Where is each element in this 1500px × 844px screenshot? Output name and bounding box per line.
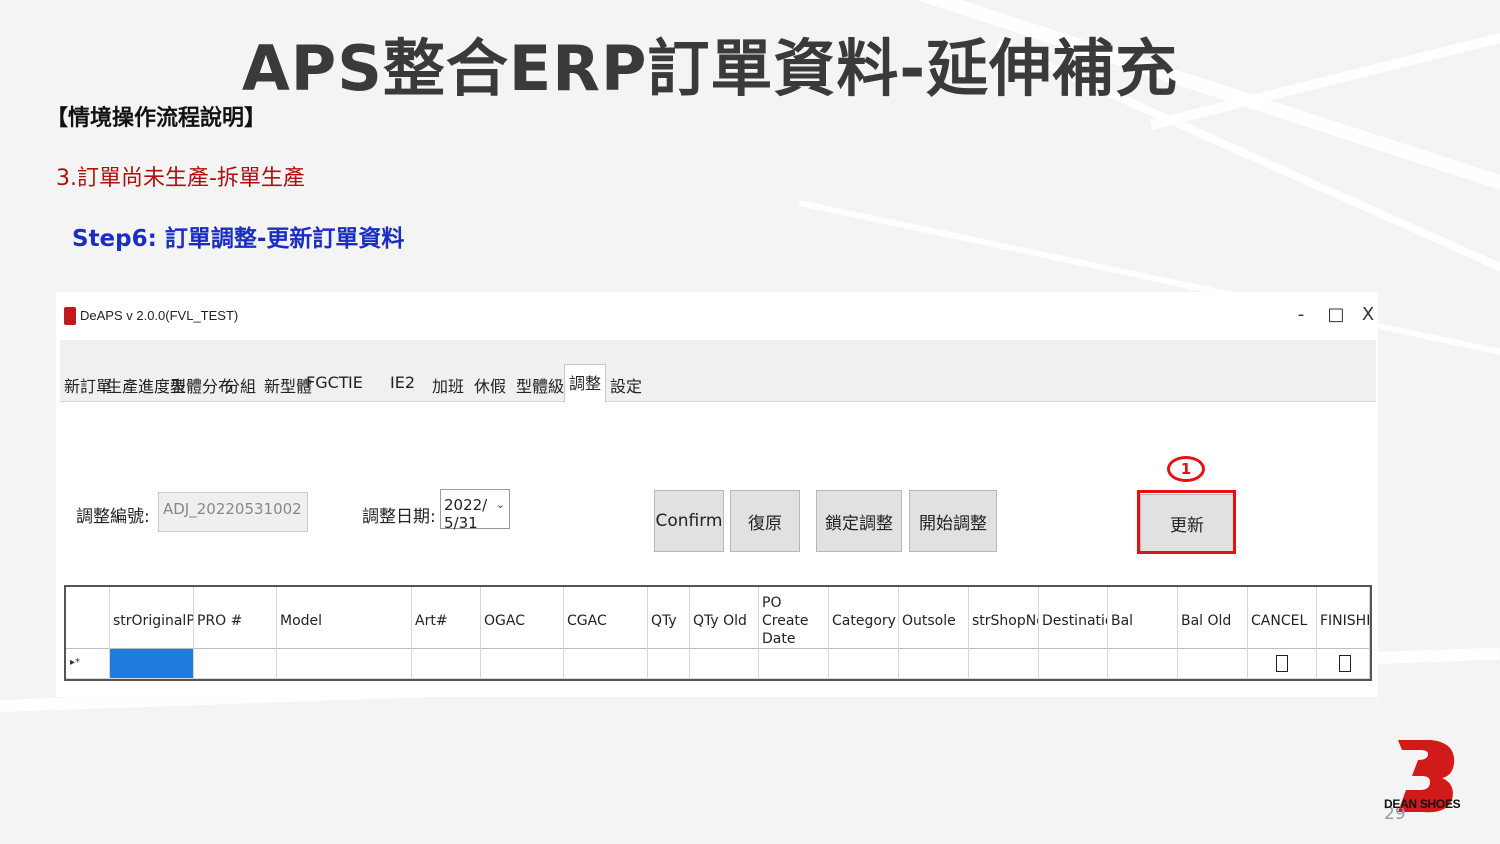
tab-leave[interactable]: 休假: [474, 368, 506, 400]
maximize-button[interactable]: □: [1324, 304, 1348, 325]
order-grid: strOriginalProNo PRO # Model Art# OGAC C…: [64, 585, 1372, 681]
window-title: DeAPS v 2.0.0(FVL_TEST): [80, 308, 239, 323]
start-adjust-button[interactable]: 開始調整: [909, 490, 997, 552]
table-row[interactable]: ▸*: [66, 649, 1370, 679]
grid-cell[interactable]: [899, 649, 969, 679]
col-header[interactable]: PO Create Date: [759, 587, 829, 649]
adj-no-field[interactable]: ADJ_20220531002: [158, 492, 308, 532]
grid-cell[interactable]: [481, 649, 564, 679]
col-header[interactable]: OGAC: [481, 587, 564, 649]
col-header[interactable]: CANCEL: [1248, 587, 1317, 649]
tab-new-order[interactable]: 新訂單: [64, 368, 112, 400]
step-label: Step6: 訂單調整-更新訂單資料: [72, 226, 405, 252]
grid-cell[interactable]: [1039, 649, 1108, 679]
col-header[interactable]: Outsole: [899, 587, 969, 649]
tab-settings[interactable]: 設定: [610, 368, 642, 400]
grid-cell[interactable]: [829, 649, 899, 679]
step-marker: 1: [1167, 456, 1205, 482]
grid-cell[interactable]: [412, 649, 481, 679]
grid-header: strOriginalProNo PRO # Model Art# OGAC C…: [66, 587, 1370, 649]
adj-date-picker[interactable]: 2022/ 5/31 ⌄: [440, 489, 510, 532]
tab-ie2[interactable]: IE2: [390, 368, 415, 400]
grid-cell[interactable]: [690, 649, 759, 679]
slide-title: APS整合ERP訂單資料-延伸補充: [241, 32, 1179, 105]
grid-cell[interactable]: [969, 649, 1039, 679]
col-header[interactable]: PRO #: [194, 587, 277, 649]
tab-overtime[interactable]: 加班: [432, 368, 464, 400]
window-titlebar: DeAPS v 2.0.0(FVL_TEST) - □ X: [56, 292, 1378, 340]
row-pointer-icon: ▸*: [70, 657, 81, 668]
update-highlight-box: [1137, 490, 1236, 554]
restore-button[interactable]: 復原: [730, 490, 800, 552]
scenario-label: 3.訂單尚未生產-拆單生產: [56, 166, 305, 191]
subheading: 【情境操作流程說明】: [46, 106, 267, 131]
col-header[interactable]: FINISHED: [1317, 587, 1370, 649]
brand-name: DEAN SHOES: [1384, 797, 1461, 811]
grid-corner: [66, 587, 110, 649]
col-header[interactable]: Bal: [1108, 587, 1178, 649]
adj-date-value: 2022/ 5/31: [444, 496, 488, 532]
grid-cell[interactable]: [564, 649, 648, 679]
tab-bar: 新訂單 生產進度表 型體分布 分組 新型體 FGCT IE IE2 加班 休假 …: [60, 340, 1376, 402]
tab-fgct[interactable]: FGCT: [306, 368, 349, 400]
col-header[interactable]: Bal Old: [1178, 587, 1248, 649]
col-header[interactable]: Model: [277, 587, 412, 649]
cancel-cell: [1248, 649, 1317, 679]
col-header[interactable]: strOriginalProNo: [110, 587, 194, 649]
adj-no-label: 調整編號:: [76, 507, 150, 527]
chevron-down-icon: ⌄: [495, 498, 505, 511]
col-header[interactable]: Destination: [1039, 587, 1108, 649]
row-header[interactable]: ▸*: [66, 649, 110, 679]
col-header[interactable]: Art#: [412, 587, 481, 649]
tab-new-model[interactable]: 新型體: [264, 368, 312, 400]
minimize-button[interactable]: -: [1289, 304, 1313, 325]
grid-cell[interactable]: [194, 649, 277, 679]
cancel-checkbox[interactable]: [1276, 655, 1288, 672]
col-header[interactable]: strShopNo: [969, 587, 1039, 649]
app-logo-icon: [64, 307, 76, 325]
tab-adjust[interactable]: 調整: [564, 364, 607, 402]
tab-group[interactable]: 分組: [224, 368, 256, 400]
adj-date-label: 調整日期:: [362, 507, 436, 527]
close-button[interactable]: X: [1356, 304, 1380, 325]
app-window: DeAPS v 2.0.0(FVL_TEST) - □ X 新訂單 生產進度表 …: [56, 292, 1378, 697]
confirm-button[interactable]: Confirm: [654, 490, 724, 552]
finished-checkbox[interactable]: [1339, 655, 1351, 672]
finished-cell: [1317, 649, 1370, 679]
col-header[interactable]: QTy Old: [690, 587, 759, 649]
col-header[interactable]: QTy: [648, 587, 690, 649]
grid-cell[interactable]: [648, 649, 690, 679]
lock-adjust-button[interactable]: 鎖定調整: [816, 490, 902, 552]
grid-cell[interactable]: [1108, 649, 1178, 679]
grid-cell[interactable]: [1178, 649, 1248, 679]
selected-cell[interactable]: [110, 649, 194, 679]
col-header[interactable]: Category: [829, 587, 899, 649]
tab-ie[interactable]: IE: [348, 368, 363, 400]
grid-cell[interactable]: [277, 649, 412, 679]
grid-cell[interactable]: [759, 649, 829, 679]
col-header[interactable]: CGAC: [564, 587, 648, 649]
